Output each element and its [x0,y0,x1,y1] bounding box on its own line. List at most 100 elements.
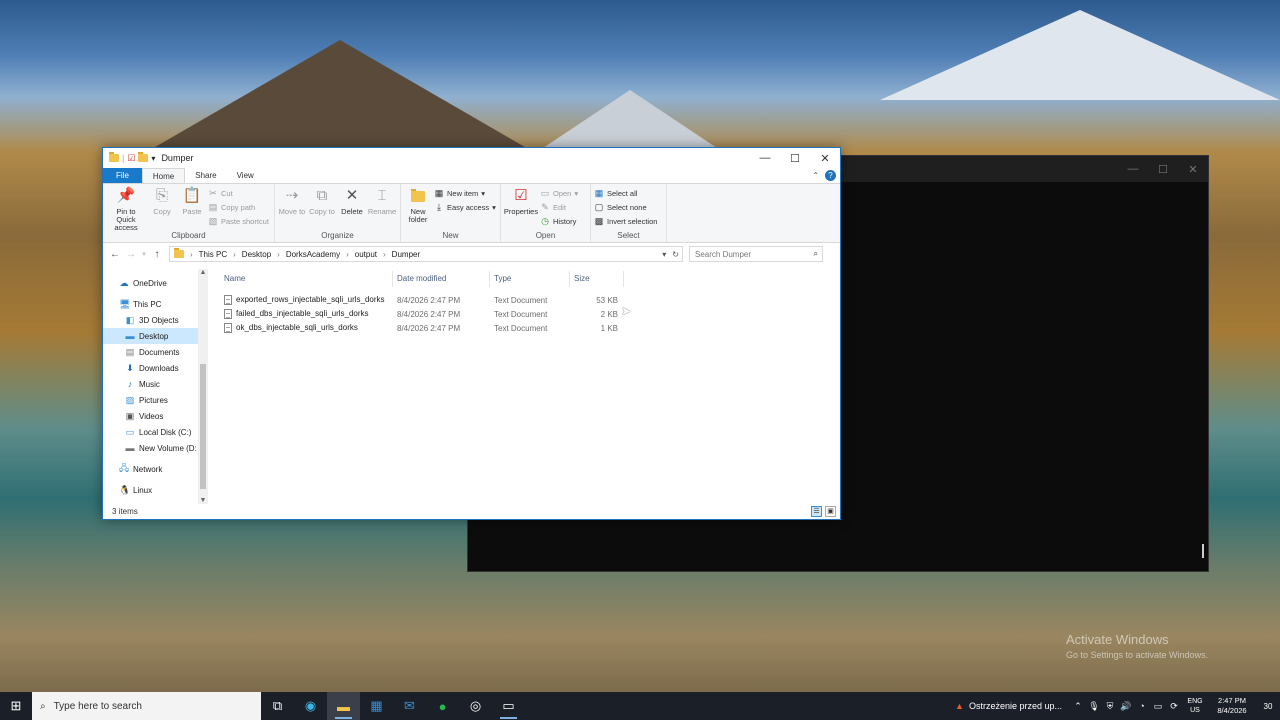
minimize-button[interactable]: — [750,152,780,165]
file-explorer-taskbar-button[interactable]: ▬ [327,692,360,720]
app-icon: ◎ [469,698,482,713]
paste-shortcut-button[interactable]: ▧ Paste shortcut [208,216,269,227]
nav-item-desktop[interactable]: ▬ Desktop [103,328,208,344]
column-header-date[interactable]: Date modified [393,271,490,287]
copy-path-button[interactable]: ▤ Copy path [208,202,269,213]
scroll-up-arrow-icon[interactable]: ▲ [198,269,208,276]
tab-file[interactable]: File [103,168,142,183]
large-icons-view-icon[interactable]: ▣ [825,506,836,517]
breadcrumb-separator-icon[interactable]: › [277,250,280,259]
mail-button[interactable]: ✉ [393,692,426,720]
start-button[interactable]: ⊞ [0,692,32,720]
file-row[interactable]: exported_rows_injectable_sqli_urls_dorks… [220,293,840,307]
breadcrumb-this-pc[interactable]: This PC [199,250,227,259]
select-none-button[interactable]: ▢ Select none [594,202,657,213]
column-header-name[interactable]: Name [220,271,393,287]
tab-share[interactable]: Share [185,168,226,183]
film-icon: ▣ [125,410,135,421]
nav-item-linux[interactable]: 🐧 Linux [103,482,208,498]
terminal-taskbar-button[interactable]: ▭ [492,692,525,720]
easy-access-button[interactable]: ⤓ Easy access ▾ [434,202,496,213]
new-item-icon: ▦ [434,188,444,198]
close-button[interactable]: ✕ [810,152,840,165]
refresh-icon[interactable]: ↻ [672,250,679,259]
nav-item-3d-objects[interactable]: ◧ 3D Objects [103,312,208,328]
clock[interactable]: 2:47 PM 8/4/2026 [1208,696,1256,716]
maximize-button[interactable]: ☐ [780,152,810,165]
history-button[interactable]: ◷ History [540,216,578,227]
help-icon[interactable]: ? [825,170,836,181]
network-icon[interactable]: ▭ [1150,701,1166,712]
file-size: 53 KB [596,295,618,305]
scrollbar-thumb[interactable] [200,364,206,489]
breadcrumb-dorksacademy[interactable]: DorksAcademy [286,250,340,259]
up-arrow-icon[interactable]: ↑ [149,249,165,260]
explorer-titlebar[interactable]: | ☑ ▾ Dumper — ☐ ✕ [103,148,840,168]
open-button[interactable]: ▭ Open ▾ [540,188,578,199]
nav-onedrive-label: OneDrive [133,278,167,288]
app-button[interactable]: ◎ [459,692,492,720]
breadcrumb-separator-icon[interactable]: › [383,250,386,259]
notification-app-button[interactable]: ▲ Ostrzeżenie przed up... [947,692,1070,720]
new-folder-qa-icon[interactable] [138,152,149,162]
edit-button[interactable]: ✎ Edit [540,202,578,213]
wifi-icon[interactable]: ◔ [1134,701,1150,711]
nav-item-downloads[interactable]: ⬇ Downloads [103,360,208,376]
breadcrumb-desktop[interactable]: Desktop [242,250,271,259]
terminal-minimize-button[interactable]: — [1118,163,1148,175]
nav-item-local-disk-c[interactable]: ▭ Local Disk (C:) [103,424,208,440]
nav-item-videos[interactable]: ▣ Videos [103,408,208,424]
terminal-close-button[interactable]: ✕ [1178,163,1208,176]
properties-qa-icon[interactable]: ☑ [127,153,135,164]
cut-button[interactable]: ✂ Cut [208,188,269,199]
select-all-button[interactable]: ▦ Select all [594,188,657,199]
customize-qa-chevron-icon[interactable]: ▾ [151,154,155,163]
breadcrumb-output[interactable]: output [355,250,377,259]
nav-item-network[interactable]: 🖧 Network [103,461,208,477]
nav-item-pictures[interactable]: ▨ Pictures [103,392,208,408]
taskbar-search-box[interactable]: ⌕ Type here to search [32,692,261,720]
volume-icon[interactable]: 🔊 [1118,701,1134,712]
tab-view[interactable]: View [227,168,264,183]
back-arrow-icon[interactable]: ← [107,249,123,260]
nav-item-onedrive[interactable]: ☁ OneDrive [103,275,208,291]
spotify-button[interactable]: ● [426,692,459,720]
collapse-ribbon-chevron-icon[interactable]: ⌃ [812,171,819,180]
nav-item-music[interactable]: ♪ Music [103,376,208,392]
shield-icon[interactable]: ⛨ [1102,701,1118,712]
search-icon[interactable]: ⌕ [814,249,822,259]
new-folder-icon [408,186,428,206]
show-hidden-icons-chevron-icon[interactable]: ⌃ [1070,701,1086,712]
new-item-button[interactable]: ▦ New item ▾ [434,188,496,199]
details-view-icon[interactable]: ☰ [811,506,822,517]
breadcrumb-separator-icon[interactable]: › [233,250,236,259]
ribbon: 📌 Pin to Quick access ⎘ Copy 📋 Paste ✂ Cu… [103,183,840,243]
nav-item-new-volume-d[interactable]: ▬ New Volume (D: [103,440,208,456]
tab-home[interactable]: Home [141,168,186,183]
recent-locations-chevron-icon[interactable]: ▾ [139,250,149,258]
microphone-icon[interactable]: 🎙 [1086,701,1102,712]
forward-arrow-icon[interactable]: → [123,249,139,260]
address-dropdown-chevron-icon[interactable]: ▾ [662,250,666,259]
terminal-maximize-button[interactable]: ☐ [1148,163,1178,176]
breadcrumb-separator-icon[interactable]: › [346,250,349,259]
store-button[interactable]: ▦ [360,692,393,720]
task-view-button[interactable]: ⧉ [261,692,294,720]
search-input[interactable]: Search Dumper ⌕ [689,246,823,262]
sync-icon[interactable]: ⟳ [1166,701,1182,712]
invert-selection-button[interactable]: ▩ Invert selection [594,216,658,227]
nav-pane-scrollbar[interactable]: ▲ ▼ [198,269,208,504]
file-name-cell: failed_dbs_injectable_sqli_urls_dorks [220,309,393,319]
nav-item-this-pc[interactable]: 🖥 This PC [103,296,208,312]
address-bar[interactable]: › This PC › Desktop › DorksAcademy › out… [169,246,683,262]
file-row[interactable]: failed_dbs_injectable_sqli_urls_dorks 8/… [220,307,840,321]
language-indicator[interactable]: ENG US [1182,697,1208,715]
scroll-down-arrow-icon[interactable]: ▼ [198,497,208,504]
column-header-size[interactable]: Size [570,271,624,287]
nav-item-documents[interactable]: ▤ Documents [103,344,208,360]
column-header-type[interactable]: Type [490,271,570,287]
edge-browser-button[interactable]: ◉ [294,692,327,720]
breadcrumb-dumper[interactable]: Dumper [392,250,420,259]
file-row[interactable]: ok_dbs_injectable_sqli_urls_dorks 8/4/20… [220,321,840,335]
action-center-button[interactable]: 30 [1256,692,1280,720]
